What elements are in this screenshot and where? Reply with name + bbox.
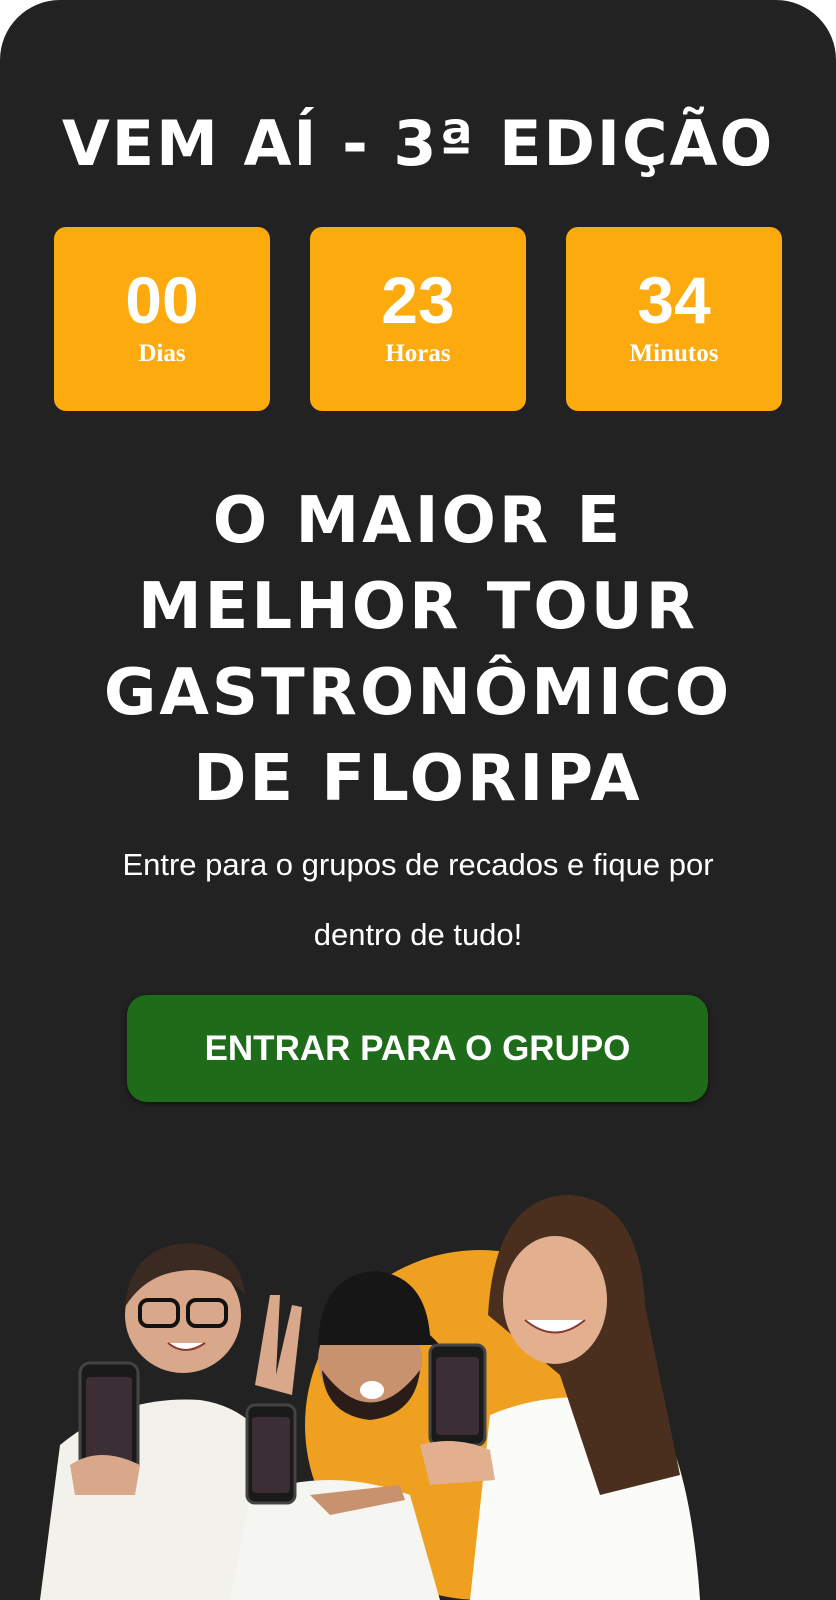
countdown-timer: 00 Dias 23 Horas 34 Minutos	[54, 227, 782, 411]
countdown-hours-label: Horas	[385, 340, 451, 367]
countdown-minutes: 34 Minutos	[566, 227, 782, 411]
countdown-days-value: 00	[125, 263, 199, 337]
join-group-button[interactable]: ENTRAR PARA O GRUPO	[127, 995, 708, 1102]
headline-line-1: O MAIOR E	[212, 484, 624, 558]
headline-line-4: DE FLORIPA	[193, 742, 643, 816]
countdown-days-label: Dias	[138, 340, 186, 367]
headline-line-3: GASTRONÔMICO	[103, 656, 733, 730]
countdown-days: 00 Dias	[54, 227, 270, 411]
subtext: Entre para o grupos de recados e fique p…	[70, 830, 766, 970]
headline: O MAIOR E MELHOR TOUR GASTRONÔMICO DE FL…	[0, 478, 836, 822]
countdown-hours: 23 Horas	[310, 227, 526, 411]
page-screen: VEM AÍ - 3ª EDIÇÃO 00 Dias 23 Horas 34 M…	[0, 0, 836, 1600]
hero-image	[0, 1195, 836, 1600]
edition-title: VEM AÍ - 3ª EDIÇÃO	[61, 107, 775, 180]
headline-line-2: MELHOR TOUR	[137, 570, 699, 644]
subtext-line-1: Entre para o grupos de recados e fique p…	[122, 847, 714, 882]
subtext-line-2: dentro de tudo!	[313, 917, 523, 952]
countdown-minutes-value: 34	[637, 263, 711, 337]
countdown-minutes-label: Minutos	[629, 340, 719, 367]
countdown-hours-value: 23	[381, 263, 455, 337]
hero-illustration	[40, 1195, 700, 1600]
